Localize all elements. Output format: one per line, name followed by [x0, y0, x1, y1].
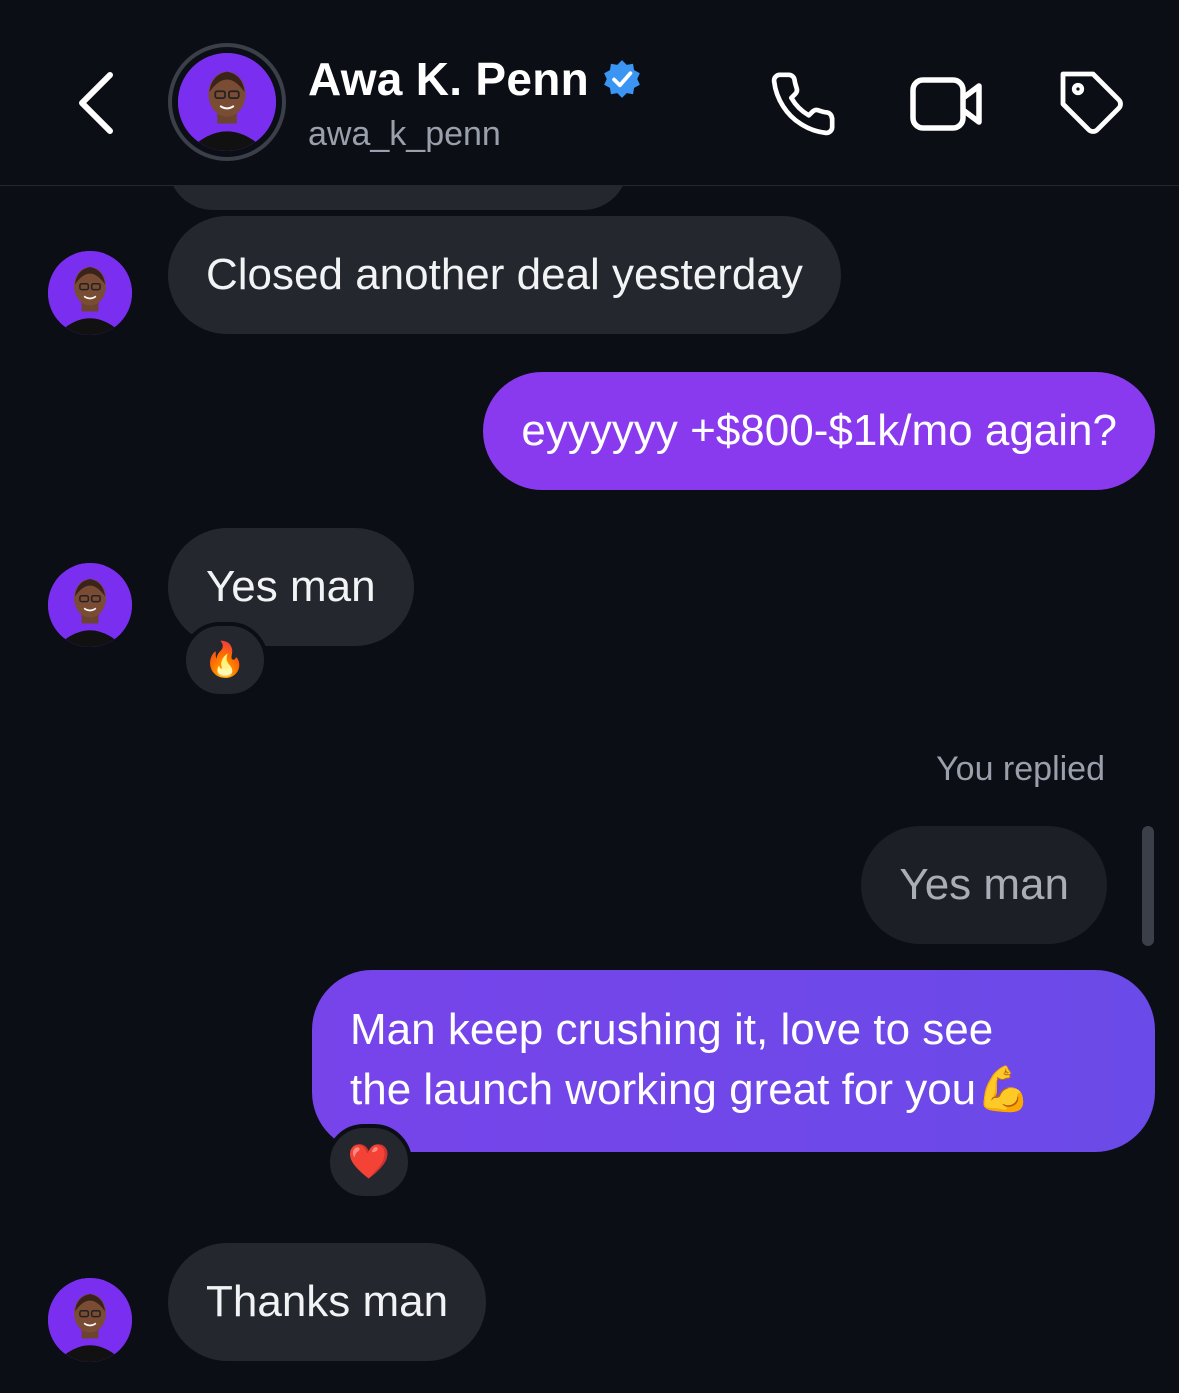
header-avatar[interactable]: [168, 43, 286, 161]
avatar-image: [178, 53, 276, 151]
back-button[interactable]: [70, 70, 122, 136]
message-line: Man keep crushing it, love to see: [350, 1005, 994, 1054]
dm-conversation-screen: Awa K. Penn awa_k_penn Closed another de…: [0, 0, 1179, 1393]
phone-icon: [771, 72, 835, 136]
contact-name: Awa K. Penn: [308, 53, 590, 105]
chevron-left-icon: [79, 72, 113, 134]
outgoing-message-bubble[interactable]: Man keep crushing it, love to see the la…: [312, 970, 1155, 1152]
voice-call-button[interactable]: [764, 65, 842, 143]
avatar-image: [48, 563, 132, 647]
message-text: Thanks man: [206, 1277, 449, 1326]
avatar-image: [48, 1278, 132, 1362]
sender-avatar[interactable]: [48, 251, 132, 335]
message-line: the launch working great for you💪: [350, 1065, 1031, 1114]
contact-name-row[interactable]: Awa K. Penn: [308, 52, 643, 106]
reply-indicator-bar: [1142, 826, 1154, 946]
tag-button[interactable]: [1054, 65, 1132, 143]
verified-badge-icon: [604, 60, 640, 98]
fire-reaction[interactable]: 🔥: [182, 622, 268, 698]
incoming-message-bubble[interactable]: Closed another deal yesterday: [168, 216, 841, 334]
quoted-text: Yes man: [899, 860, 1069, 909]
reply-label: You replied: [936, 750, 1105, 788]
avatar-image: [48, 251, 132, 335]
tag-icon: [1060, 71, 1123, 134]
incoming-message-bubble[interactable]: Thanks man: [168, 1243, 487, 1361]
message-text: Yes man: [206, 562, 376, 611]
sender-avatar[interactable]: [48, 1278, 132, 1362]
message-text: Closed another deal yesterday: [206, 250, 803, 299]
video-call-button[interactable]: [908, 65, 986, 143]
fire-emoji-icon: 🔥: [203, 641, 247, 679]
outgoing-message-bubble[interactable]: eyyyyyy +$800-$1k/mo again?: [483, 372, 1155, 490]
heart-emoji-icon: ❤️: [347, 1143, 391, 1181]
conversation-header: Awa K. Penn awa_k_penn: [0, 0, 1179, 186]
message-text: eyyyyyy +$800-$1k/mo again?: [521, 406, 1117, 455]
video-icon: [910, 77, 982, 131]
contact-handle: awa_k_penn: [308, 115, 501, 153]
heart-reaction[interactable]: ❤️: [326, 1124, 412, 1200]
sender-avatar[interactable]: [48, 563, 132, 647]
quoted-reply-bubble[interactable]: Yes man: [861, 826, 1107, 944]
